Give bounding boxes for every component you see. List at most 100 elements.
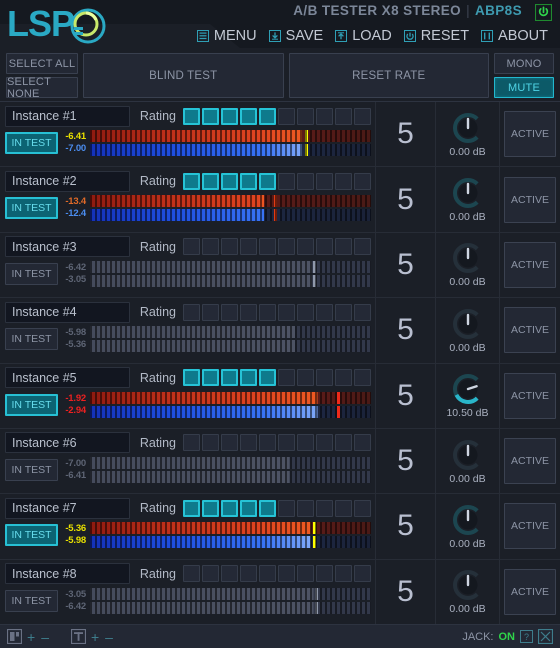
rating-cell[interactable] [316, 434, 333, 452]
rating-cell[interactable] [297, 107, 314, 125]
active-button[interactable]: ACTIVE [504, 438, 556, 485]
rating-cell[interactable] [183, 238, 200, 256]
rating-cell[interactable] [221, 107, 238, 125]
rating-cell[interactable] [316, 172, 333, 190]
rating-cell[interactable] [354, 303, 371, 321]
active-button[interactable]: ACTIVE [504, 503, 556, 550]
rating-cell[interactable] [354, 565, 371, 583]
rating-cell[interactable] [259, 172, 276, 190]
select-none-button[interactable]: SELECT NONE [6, 76, 78, 100]
rating-bar[interactable] [183, 499, 371, 517]
gain-knob[interactable] [451, 307, 485, 341]
rating-cell[interactable] [240, 565, 257, 583]
in-test-button[interactable]: IN TEST [5, 393, 58, 416]
rating-cell[interactable] [183, 107, 200, 125]
rating-cell[interactable] [278, 303, 295, 321]
rating-cell[interactable] [297, 434, 314, 452]
rating-cell[interactable] [221, 303, 238, 321]
rating-bar[interactable] [183, 238, 371, 256]
active-button[interactable]: ACTIVE [504, 307, 556, 354]
rating-cell[interactable] [335, 434, 352, 452]
question-icon[interactable]: ? [520, 630, 533, 643]
instance-name-field[interactable]: Instance #3 [5, 236, 130, 258]
in-test-button[interactable]: IN TEST [5, 524, 58, 547]
pane-increase-button[interactable]: + [26, 630, 36, 644]
reset-rate-button[interactable]: RESET RATE [288, 53, 489, 98]
resize-icon[interactable] [538, 629, 553, 644]
active-button[interactable]: ACTIVE [504, 111, 556, 158]
gain-knob[interactable] [451, 176, 485, 210]
rating-cell[interactable] [183, 499, 200, 517]
rating-cell[interactable] [240, 107, 257, 125]
rating-cell[interactable] [240, 303, 257, 321]
rating-cell[interactable] [221, 499, 238, 517]
text-decrease-button[interactable]: – [104, 630, 114, 644]
menu-item-menu[interactable]: MENU [191, 28, 263, 44]
rating-cell[interactable] [259, 434, 276, 452]
rating-cell[interactable] [316, 238, 333, 256]
rating-cell[interactable] [202, 238, 219, 256]
rating-cell[interactable] [240, 172, 257, 190]
rating-cell[interactable] [183, 434, 200, 452]
active-button[interactable]: ACTIVE [504, 568, 556, 615]
rating-cell[interactable] [221, 369, 238, 386]
rating-cell[interactable] [278, 107, 295, 125]
rating-cell[interactable] [316, 303, 333, 321]
rating-bar[interactable] [183, 107, 371, 125]
rating-cell[interactable] [297, 172, 314, 190]
rating-bar[interactable] [183, 434, 371, 452]
rating-cell[interactable] [202, 172, 219, 190]
active-button[interactable]: ACTIVE [504, 241, 556, 288]
rating-cell[interactable] [202, 303, 219, 321]
rating-cell[interactable] [183, 565, 200, 583]
rating-bar[interactable] [183, 303, 371, 321]
rating-cell[interactable] [221, 434, 238, 452]
rating-cell[interactable] [202, 434, 219, 452]
rating-cell[interactable] [240, 369, 257, 386]
gain-knob[interactable] [451, 503, 485, 537]
rating-cell[interactable] [316, 499, 333, 517]
rating-cell[interactable] [335, 499, 352, 517]
gain-knob[interactable] [451, 372, 485, 406]
in-test-button[interactable]: IN TEST [5, 132, 58, 154]
rating-cell[interactable] [316, 565, 333, 583]
active-button[interactable]: ACTIVE [504, 372, 556, 419]
rating-cell[interactable] [278, 565, 295, 583]
rating-cell[interactable] [221, 565, 238, 583]
instance-name-field[interactable]: Instance #6 [5, 432, 130, 454]
instance-name-field[interactable]: Instance #7 [5, 497, 130, 519]
rating-cell[interactable] [278, 499, 295, 517]
power-icon[interactable] [535, 4, 552, 21]
rating-cell[interactable] [259, 238, 276, 256]
blind-test-button[interactable]: BLIND TEST [83, 53, 284, 98]
rating-cell[interactable] [297, 369, 314, 386]
text-increase-button[interactable]: + [90, 630, 100, 644]
in-test-button[interactable]: IN TEST [5, 328, 58, 351]
gain-knob[interactable] [451, 241, 485, 275]
rating-cell[interactable] [202, 499, 219, 517]
menu-item-save[interactable]: SAVE [263, 28, 330, 44]
rating-cell[interactable] [202, 107, 219, 125]
rating-bar[interactable] [183, 172, 371, 190]
rating-cell[interactable] [354, 238, 371, 256]
rating-cell[interactable] [335, 172, 352, 190]
rating-cell[interactable] [221, 238, 238, 256]
rating-cell[interactable] [259, 107, 276, 125]
rating-cell[interactable] [316, 107, 333, 125]
rating-cell[interactable] [278, 369, 295, 386]
pane-split-icon[interactable] [7, 629, 22, 644]
rating-cell[interactable] [335, 369, 352, 386]
rating-cell[interactable] [202, 565, 219, 583]
rating-cell[interactable] [316, 369, 333, 386]
rating-cell[interactable] [259, 565, 276, 583]
instance-name-field[interactable]: Instance #5 [5, 367, 130, 388]
in-test-button[interactable]: IN TEST [5, 197, 58, 220]
pane-decrease-button[interactable]: – [40, 630, 50, 644]
instance-name-field[interactable]: Instance #8 [5, 563, 130, 585]
rating-bar[interactable] [183, 565, 371, 583]
rating-cell[interactable] [335, 107, 352, 125]
rating-cell[interactable] [259, 369, 276, 386]
rating-cell[interactable] [297, 303, 314, 321]
text-size-icon[interactable] [70, 629, 86, 644]
rating-cell[interactable] [335, 238, 352, 256]
